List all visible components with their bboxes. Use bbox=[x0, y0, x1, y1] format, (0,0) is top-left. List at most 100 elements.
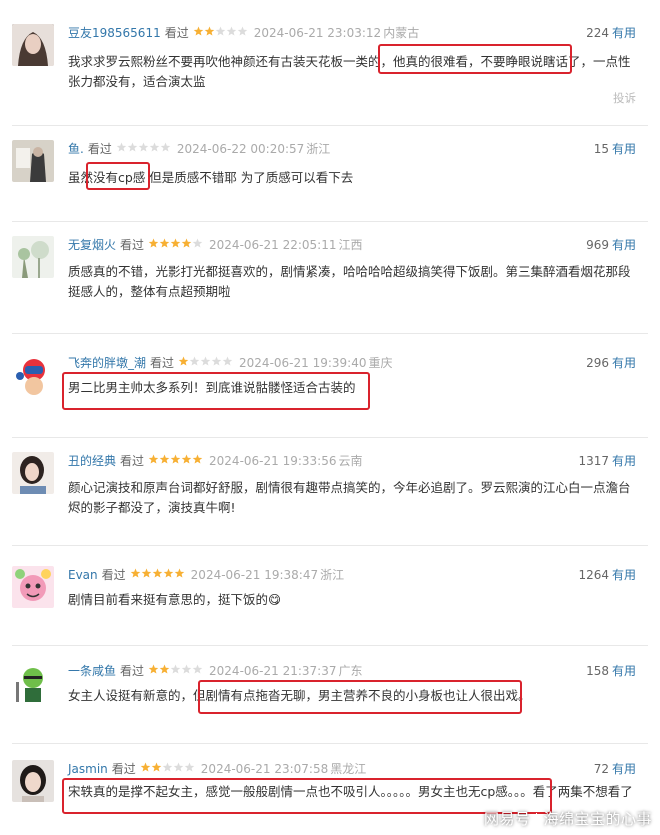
divider bbox=[12, 645, 648, 646]
avatar[interactable] bbox=[12, 662, 54, 704]
review-item: 一条咸鱼 看过 2024-06-21 21:37:37 广东 158 有用 女主人设挺有… bbox=[0, 662, 660, 744]
watched-label: 看过 bbox=[150, 356, 175, 370]
review-meta: Evan 看过 2024-06-21 19:38:47 浙江 bbox=[68, 566, 344, 584]
useful-count[interactable]: 1264 有用 bbox=[578, 566, 636, 584]
useful-label[interactable]: 有用 bbox=[612, 664, 636, 678]
avatar[interactable] bbox=[12, 760, 54, 802]
review-content: 男二比男主帅太多系列！到底谁说骷髅怪适合古装的 bbox=[68, 380, 356, 395]
username-link[interactable]: Jasmin bbox=[68, 762, 108, 776]
watermark: 网易号 海绵宝宝的心事 bbox=[484, 808, 652, 829]
useful-label[interactable]: 有用 bbox=[612, 238, 636, 252]
watermark-source: 网易号 bbox=[483, 810, 531, 828]
watermark-author: 海绵宝宝的心事 bbox=[543, 810, 652, 828]
avatar[interactable] bbox=[12, 566, 54, 608]
useful-count[interactable]: 296 有用 bbox=[586, 354, 636, 372]
watched-label: 看过 bbox=[111, 762, 136, 776]
username-link[interactable]: 丑的经典 bbox=[68, 454, 116, 468]
star-icon bbox=[116, 142, 127, 152]
avatar[interactable] bbox=[12, 140, 54, 182]
useful-label[interactable]: 有用 bbox=[612, 26, 636, 40]
avatar[interactable] bbox=[12, 236, 54, 278]
star-icon bbox=[174, 568, 184, 578]
divider bbox=[12, 545, 648, 546]
review-item: 丑的经典 看过 2024-06-21 19:33:56 云南 1317 有用 颜心记演技… bbox=[0, 452, 660, 546]
avatar[interactable] bbox=[12, 354, 54, 396]
star-icon bbox=[162, 762, 173, 772]
review-date: 2024-06-21 19:39:40 bbox=[239, 356, 367, 370]
review-location: 广东 bbox=[338, 664, 363, 678]
useful-label[interactable]: 有用 bbox=[612, 762, 636, 776]
useful-count[interactable]: 1317 有用 bbox=[578, 452, 636, 470]
star-icon bbox=[181, 238, 192, 248]
review-location: 黑龙江 bbox=[330, 762, 367, 776]
watched-label: 看过 bbox=[120, 664, 145, 678]
star-icon bbox=[170, 238, 181, 248]
review-content: 宋轶真的是撑不起女主，感觉一般般剧情一点也不吸引人。。。。。男女主也无cp感。。… bbox=[68, 784, 633, 799]
star-icon bbox=[148, 454, 159, 464]
divider bbox=[12, 437, 648, 438]
star-rating bbox=[178, 354, 233, 372]
username-link[interactable]: Evan bbox=[68, 568, 98, 582]
username-link[interactable]: 豆友198565611 bbox=[68, 26, 161, 40]
review-content: 质感真的不错，光影打光都挺喜欢的，剧情紧凑，哈哈哈哈超级搞笑得下饭剧。第三集醉酒… bbox=[68, 264, 631, 299]
star-rating bbox=[140, 760, 195, 778]
review-location: 浙江 bbox=[320, 568, 345, 582]
star-icon bbox=[226, 26, 236, 36]
star-icon bbox=[178, 356, 189, 366]
review-date: 2024-06-21 19:38:47 bbox=[190, 568, 319, 582]
useful-number: 296 bbox=[586, 356, 609, 370]
page: { "labels": { "watched": "看过", "useful":… bbox=[0, 0, 660, 835]
review-location: 浙江 bbox=[306, 142, 331, 156]
username-link[interactable]: 无复烟火 bbox=[68, 238, 116, 252]
username-link[interactable]: 飞奔的胖墩_潮 bbox=[68, 356, 146, 370]
review-date: 2024-06-21 23:03:12 bbox=[253, 26, 382, 40]
review-date: 2024-06-21 23:07:58 bbox=[200, 762, 329, 776]
star-icon bbox=[159, 664, 170, 674]
useful-label[interactable]: 有用 bbox=[612, 356, 636, 370]
useful-count[interactable]: 158 有用 bbox=[586, 662, 636, 680]
useful-count[interactable]: 15 有用 bbox=[594, 140, 636, 158]
review-meta: 无复烟火 看过 2024-06-21 22:05:11 江西 bbox=[68, 236, 363, 254]
star-icon bbox=[148, 238, 159, 248]
star-icon bbox=[160, 142, 171, 152]
review-content: 剧情目前看来挺有意思的，挺下饭的😋 bbox=[68, 592, 282, 607]
divider bbox=[12, 333, 648, 334]
useful-label[interactable]: 有用 bbox=[612, 454, 636, 468]
useful-count[interactable]: 969 有用 bbox=[586, 236, 636, 254]
star-icon bbox=[193, 26, 203, 36]
review-content: 虽然没有cp感 但是质感不错耶 为了质感可以看下去 bbox=[68, 170, 354, 185]
star-icon bbox=[159, 238, 170, 248]
watched-label: 看过 bbox=[120, 238, 145, 252]
star-icon bbox=[141, 568, 151, 578]
star-icon bbox=[163, 568, 173, 578]
divider bbox=[12, 125, 648, 126]
star-icon bbox=[159, 454, 170, 464]
watched-label: 看过 bbox=[87, 142, 112, 156]
star-icon bbox=[215, 26, 225, 36]
useful-count[interactable]: 72 有用 bbox=[594, 760, 636, 778]
username-link[interactable]: 一条咸鱼 bbox=[68, 664, 116, 678]
review-location: 江西 bbox=[338, 238, 363, 252]
useful-label[interactable]: 有用 bbox=[612, 568, 636, 582]
star-rating bbox=[116, 140, 171, 158]
review-meta: 丑的经典 看过 2024-06-21 19:33:56 云南 bbox=[68, 452, 363, 470]
report-link[interactable]: 投诉 bbox=[613, 90, 636, 106]
review-date: 2024-06-21 22:05:11 bbox=[209, 238, 337, 252]
star-icon bbox=[211, 356, 222, 366]
star-icon bbox=[184, 762, 195, 772]
divider bbox=[12, 221, 648, 222]
star-icon bbox=[181, 454, 192, 464]
avatar[interactable] bbox=[12, 452, 54, 494]
review-meta: 鱼. 看过 2024-06-22 00:20:57 浙江 bbox=[68, 140, 330, 158]
useful-label[interactable]: 有用 bbox=[612, 142, 636, 156]
useful-number: 1317 bbox=[578, 454, 609, 468]
star-icon bbox=[140, 762, 151, 772]
avatar[interactable] bbox=[12, 24, 54, 66]
username-link[interactable]: 鱼. bbox=[68, 142, 84, 156]
review-meta: 一条咸鱼 看过 2024-06-21 21:37:37 广东 bbox=[68, 662, 363, 680]
star-icon bbox=[151, 762, 162, 772]
useful-count[interactable]: 224 有用 bbox=[586, 24, 636, 42]
review-item: Evan 看过 2024-06-21 19:38:47 浙江 1264 有用 剧情目前看… bbox=[0, 566, 660, 646]
star-rating bbox=[148, 662, 203, 680]
star-icon bbox=[200, 356, 211, 366]
